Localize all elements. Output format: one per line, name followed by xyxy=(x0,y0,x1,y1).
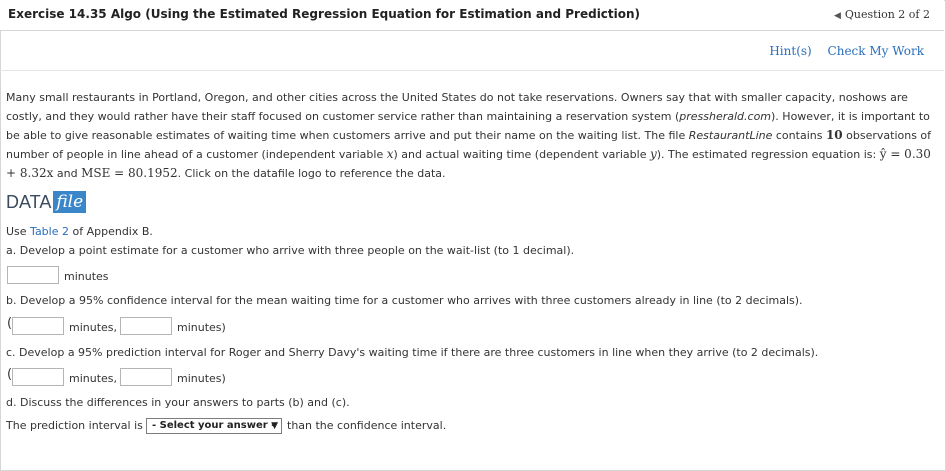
chevron-down-icon: ▼ xyxy=(271,421,278,431)
header-bar: Exercise 14.35 Algo (Using the Estimated… xyxy=(0,0,944,31)
question-c: c. Develop a 95% prediction interval for… xyxy=(6,346,819,359)
ci-upper-unit: minutes) xyxy=(177,321,226,334)
divider xyxy=(0,70,944,71)
answer-d-suffix: than the confidence interval. xyxy=(287,419,447,432)
appendix-note: Use Table 2 of Appendix B. xyxy=(6,225,153,238)
ci-lower-input[interactable] xyxy=(12,317,64,335)
mse-value: MSE = 80.1952 xyxy=(81,166,178,180)
prev-question-icon[interactable]: ◀ xyxy=(834,11,841,21)
table-2-link[interactable]: Table 2 xyxy=(30,225,69,238)
check-my-work-link[interactable]: Check My Work xyxy=(828,44,924,58)
pi-upper-input[interactable] xyxy=(120,368,172,386)
pi-upper-unit: minutes) xyxy=(177,372,226,385)
pi-lower-unit: minutes, xyxy=(69,372,118,385)
question-a: a. Develop a point estimate for a custom… xyxy=(6,244,575,257)
answer-d-prefix: The prediction interval is xyxy=(6,419,143,432)
ci-lower-unit: minutes, xyxy=(69,321,118,334)
question-nav-label: Question 2 of 2 xyxy=(844,8,930,21)
select-value: - Select your answer - xyxy=(152,420,276,431)
problem-statement: Many small restaurants in Portland, Oreg… xyxy=(6,91,932,180)
comparison-select[interactable]: - Select your answer - ▼ xyxy=(146,418,282,434)
source-citation: pressherald.com xyxy=(679,110,772,123)
file-name: RestaurantLine xyxy=(688,129,773,142)
question-b: b. Develop a 95% confidence interval for… xyxy=(6,294,803,307)
exercise-title: Exercise 14.35 Algo (Using the Estimated… xyxy=(8,7,641,21)
datafile-logo[interactable]: DATA file xyxy=(6,189,87,215)
question-nav[interactable]: ◀ Question 2 of 2 xyxy=(834,8,930,21)
hints-link[interactable]: Hint(s) xyxy=(769,44,811,58)
help-links: Hint(s) Check My Work xyxy=(757,44,924,58)
point-estimate-input[interactable] xyxy=(7,266,59,284)
minutes-label: minutes xyxy=(64,270,109,283)
pi-lower-input[interactable] xyxy=(12,368,64,386)
ci-upper-input[interactable] xyxy=(120,317,172,335)
question-d: d. Discuss the differences in your answe… xyxy=(6,396,350,409)
